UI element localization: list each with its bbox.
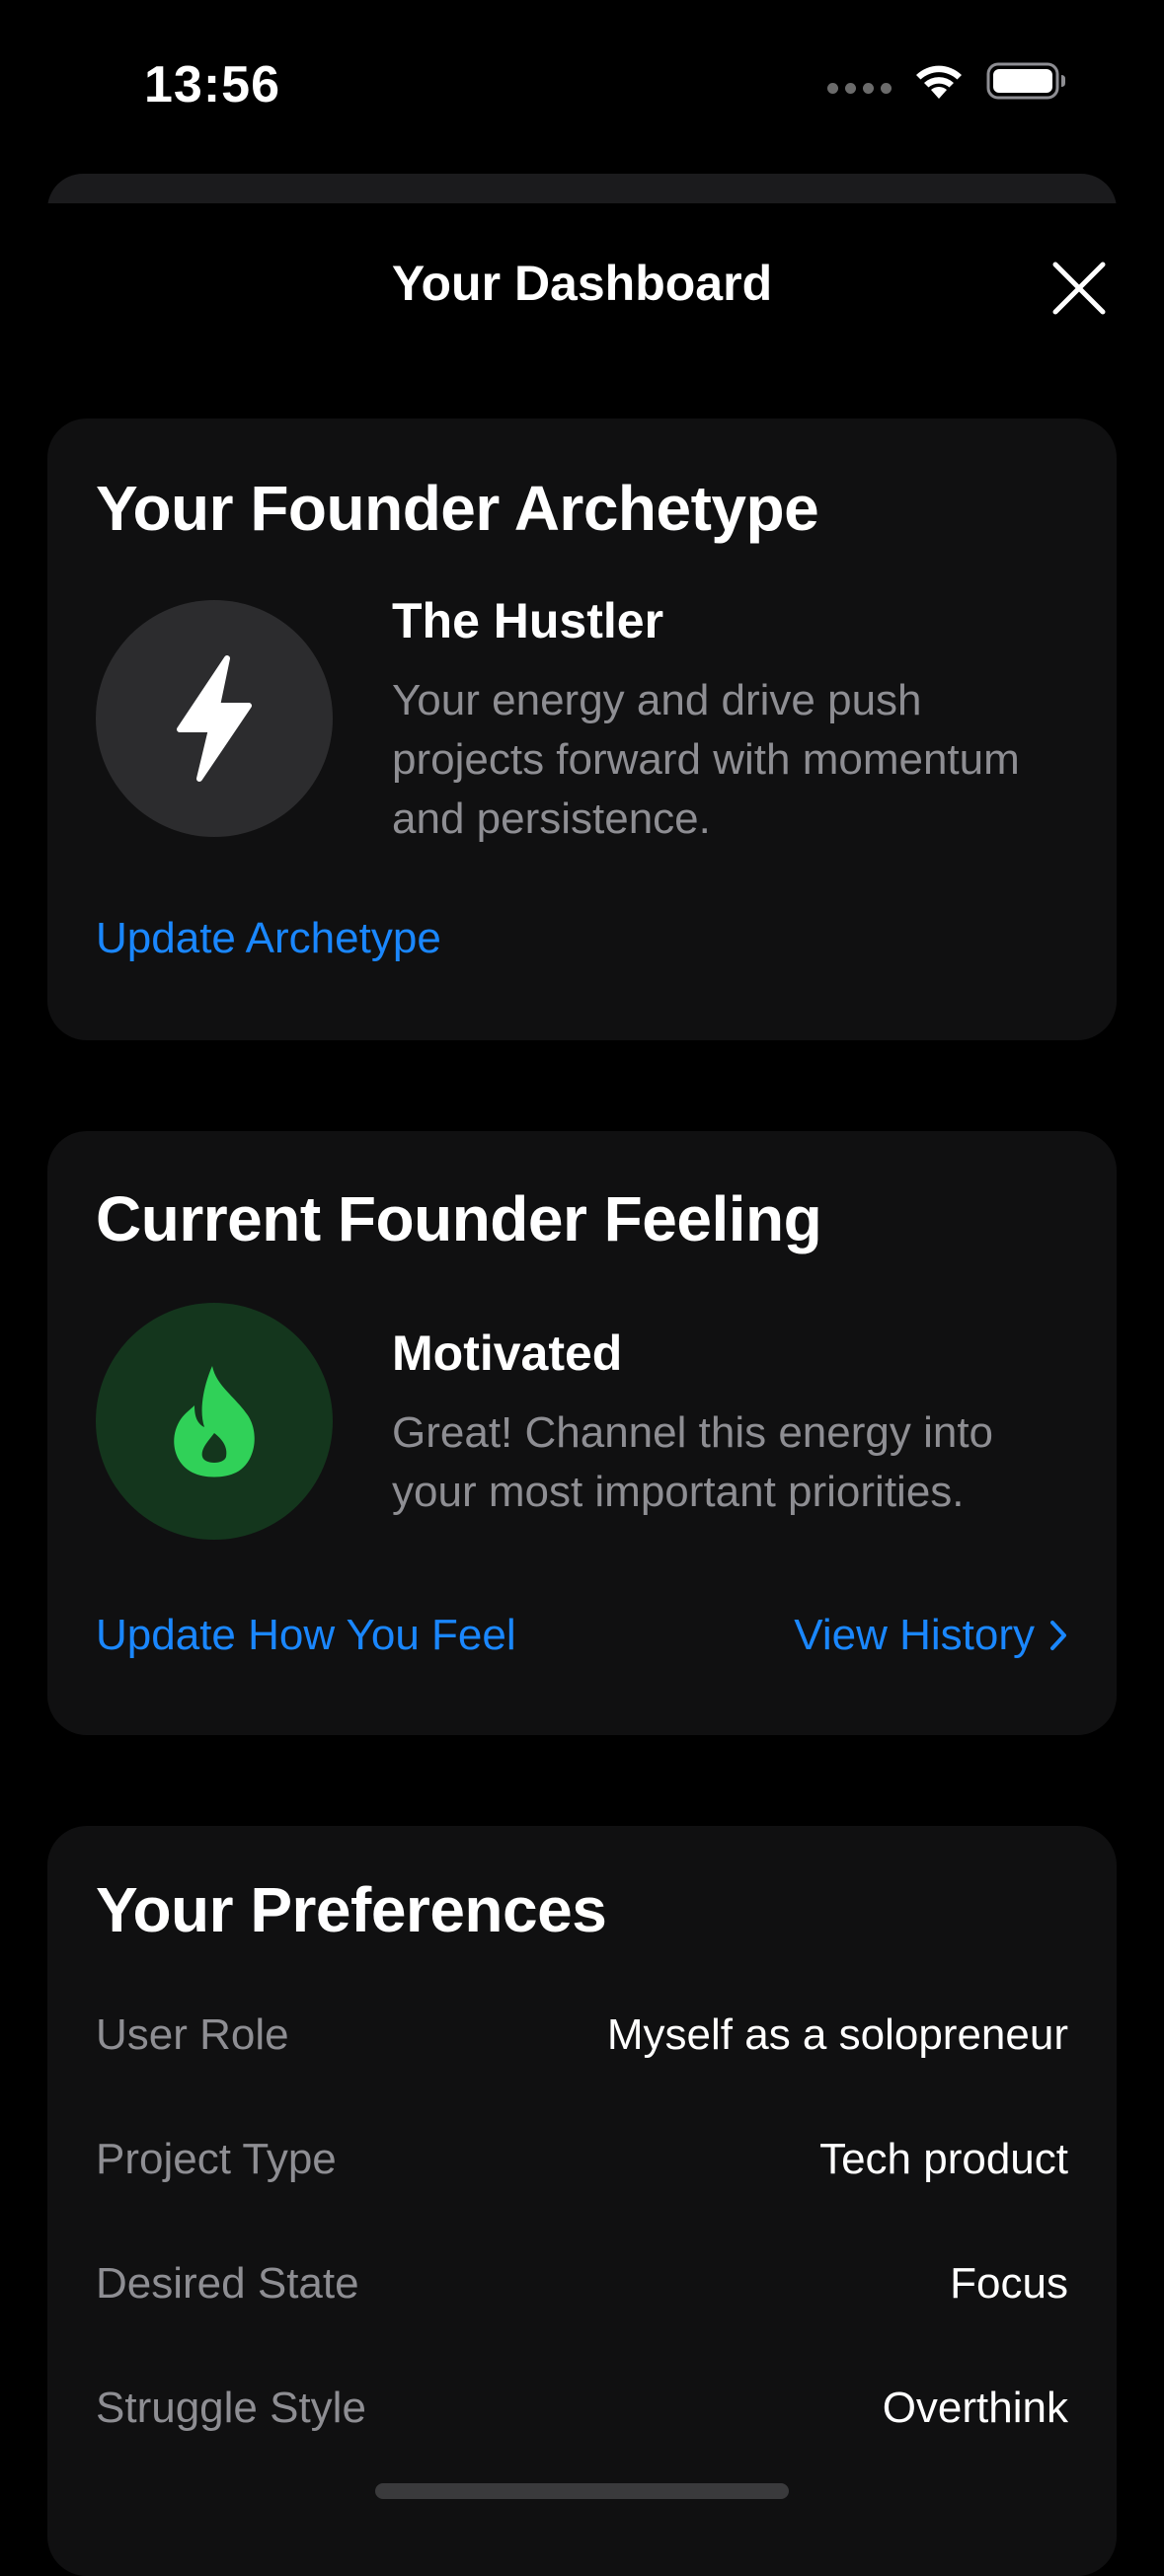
status-bar: 13:56 [0,0,1164,168]
feeling-card-title: Current Founder Feeling [96,1183,822,1254]
cellular-signal-icon [827,82,892,94]
update-archetype-link[interactable]: Update Archetype [96,914,441,963]
preference-row-desired-state: Desired State Focus [96,2254,1068,2313]
feeling-name: Motivated [392,1326,623,1381]
page-title: Your Dashboard [391,256,773,311]
feeling-card: Current Founder Feeling Motivated Great!… [47,1131,1117,1735]
archetype-icon-circle [96,600,333,837]
preference-label: User Role [96,2010,289,2059]
preference-label: Project Type [96,2135,337,2183]
update-feeling-link[interactable]: Update How You Feel [96,1611,516,1660]
preference-value: Overthink [882,2384,1068,2432]
preference-value: Focus [950,2259,1068,2308]
archetype-description: Your energy and drive push projects forw… [392,676,1020,843]
feeling-description: Great! Channel this energy into your mos… [392,1408,994,1516]
status-icons [827,61,1067,101]
archetype-name: The Hustler [392,593,664,648]
preference-row-project-type: Project Type Tech product [96,2130,1068,2189]
preference-label: Desired State [96,2259,359,2308]
preference-label: Struggle Style [96,2384,366,2432]
view-history-label: View History [794,1611,1035,1659]
close-button[interactable] [1049,259,1109,318]
battery-icon [986,62,1065,100]
flame-icon [174,1366,255,1477]
status-time: 13:56 [144,56,280,114]
lightning-bolt-icon [177,655,252,782]
preference-value: Tech product [819,2135,1068,2183]
preference-row-user-role: User Role Myself as a solopreneur [96,2006,1068,2065]
close-icon [1052,262,1106,315]
chevron-right-icon [1050,1621,1066,1650]
preferences-card-title: Your Preferences [96,1874,607,1945]
home-indicator[interactable] [375,2483,789,2499]
preference-row-struggle-style: Struggle Style Overthink [96,2379,1068,2438]
preference-value: Myself as a solopreneur [606,2010,1068,2059]
archetype-card: Your Founder Archetype The Hustler Your … [47,418,1117,1040]
wifi-icon [916,65,962,99]
archetype-card-title: Your Founder Archetype [96,473,819,544]
feeling-icon-circle [96,1303,333,1540]
view-history-link[interactable]: View History [794,1611,1068,1660]
preferences-card: Your Preferences User Role Myself as a s… [47,1826,1117,2576]
